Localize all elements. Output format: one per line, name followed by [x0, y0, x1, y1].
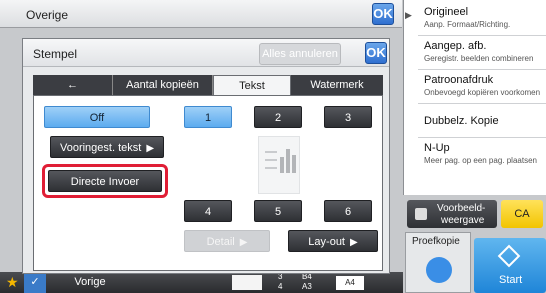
ca-button[interactable]: CA: [501, 200, 543, 228]
paper-size: A4: [336, 276, 364, 290]
clear-all-button[interactable]: Alles annuleren: [259, 43, 341, 65]
menu-item-origineel[interactable]: Origineel Aanp. Formaat/Richting.: [418, 4, 546, 36]
detail-label: Detail: [206, 236, 235, 248]
tray-size: A3: [302, 282, 312, 291]
proefkopie-button[interactable]: Proefkopie: [405, 232, 471, 293]
arrow-right-icon: ▶: [239, 237, 248, 248]
side-menu: ▶ Origineel Aanp. Formaat/Richting. Aang…: [403, 0, 546, 195]
top-bar: Overige: [0, 0, 402, 28]
arrow-right-icon: ▶: [350, 237, 358, 248]
menu-item-patroonafdruk[interactable]: Patroonafdruk Onbevoegd kopiëren voorkom…: [418, 72, 546, 104]
start-button[interactable]: Start: [474, 238, 546, 293]
tekst-panel: Off Vooringest. tekst ▶ Directe Invoer 1 …: [33, 95, 383, 271]
detail-button[interactable]: Detail ▶: [184, 230, 270, 252]
dialog-title: Stempel: [33, 47, 78, 61]
position-3-button[interactable]: 3: [324, 106, 372, 128]
position-1-button[interactable]: 1: [184, 106, 232, 128]
bottom-bar: ★ ✓ Vorige 3 4 B4 A3 A4: [0, 272, 403, 293]
menu-item-title: N-Up: [424, 142, 450, 154]
page-title: Overige: [26, 8, 69, 22]
tab-bar: ← Aantal kopieën Tekst Watermerk: [33, 75, 383, 95]
preview-label-1: Voorbeeld-: [437, 203, 486, 214]
arrow-right-icon: ▶: [146, 143, 155, 154]
tab-tekst[interactable]: Tekst: [213, 75, 291, 95]
dialog-ok-button[interactable]: OK: [365, 42, 387, 64]
menu-item-title: Dubbelz. Kopie: [424, 115, 499, 127]
menu-item-title: Patroonafdruk: [424, 74, 494, 86]
stempel-dialog: Stempel Alles annuleren OK ← Aantal kopi…: [22, 38, 390, 274]
menu-item-title: Aangep. afb.: [424, 40, 487, 52]
layout-button[interactable]: Lay-out ▶: [288, 230, 378, 252]
menu-item-sub: Meer pag. op een pag. plaatsen: [424, 156, 537, 165]
copy-diamond-icon: [426, 257, 452, 283]
start-diamond-icon: [497, 244, 521, 268]
position-4-button[interactable]: 4: [184, 200, 232, 222]
tab-watermerk[interactable]: Watermerk: [291, 75, 383, 95]
off-button[interactable]: Off: [44, 106, 150, 128]
start-label: Start: [499, 274, 523, 286]
dialog-header: Stempel Alles annuleren: [23, 39, 389, 67]
preset-text-button[interactable]: Vooringest. tekst ▶: [50, 136, 164, 158]
preset-text-label: Vooringest. tekst: [59, 142, 142, 154]
menu-item-sub: Geregistr. beelden combineren: [424, 54, 534, 63]
tab-back[interactable]: ←: [33, 75, 113, 95]
check-icon[interactable]: ✓: [24, 272, 46, 293]
direct-input-button[interactable]: Directe Invoer: [48, 170, 162, 192]
menu-item-sub: Aanp. Formaat/Richting.: [424, 20, 511, 29]
menu-item-n-up[interactable]: N-Up Meer pag. op een pag. plaatsen: [418, 140, 546, 172]
menu-item-sub: Onbevoegd kopiëren voorkomen: [424, 88, 541, 97]
menu-item-aangep-afb[interactable]: Aangep. afb. Geregistr. beelden combiner…: [418, 38, 546, 70]
menu-item-dubbelz-kopie[interactable]: Dubbelz. Kopie: [418, 106, 546, 138]
magnifier-icon: [415, 208, 427, 220]
preview-button[interactable]: Voorbeeld- weergave: [407, 200, 497, 228]
layout-label: Lay-out: [308, 236, 345, 248]
menu-item-title: Origineel: [424, 6, 469, 18]
tab-aantal-kopieen[interactable]: Aantal kopieën: [113, 75, 213, 95]
tray-num: 4: [278, 282, 283, 291]
star-icon[interactable]: ★: [6, 274, 19, 291]
page-preview-icon: [258, 136, 300, 194]
position-5-button[interactable]: 5: [254, 200, 302, 222]
expand-icon[interactable]: ▶: [405, 10, 412, 21]
position-6-button[interactable]: 6: [324, 200, 372, 222]
proefkopie-label: Proefkopie: [412, 236, 460, 247]
position-2-button[interactable]: 2: [254, 106, 302, 128]
top-ok-button[interactable]: OK: [372, 3, 394, 25]
back-button[interactable]: Vorige: [50, 272, 130, 293]
preview-label-2: weergave: [441, 215, 485, 226]
tray-icon: [232, 275, 262, 290]
